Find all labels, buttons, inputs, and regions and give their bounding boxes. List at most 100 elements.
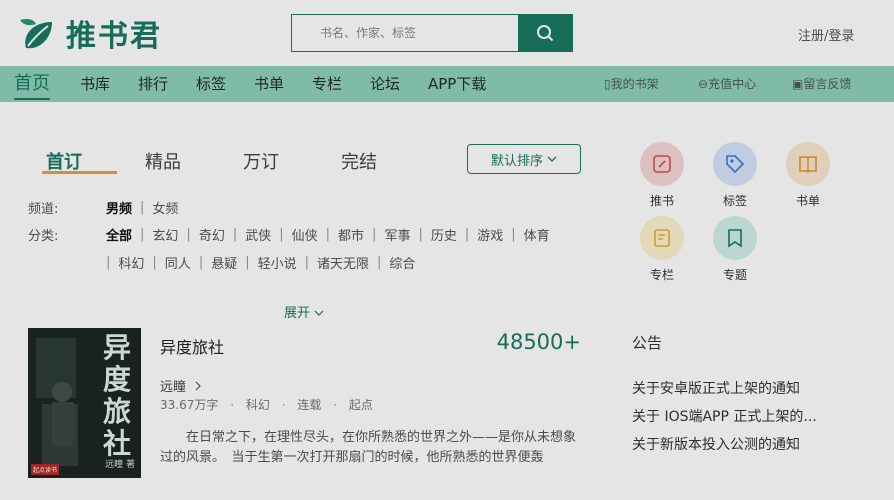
divider: | (279, 227, 284, 242)
book-category: 科幻 (245, 398, 270, 412)
category-option[interactable]: 仙侠 (292, 225, 318, 244)
notice-card: 公告 关于安卓版正式上架的通知 关于 IOS端APP 正式上架的... 关于新版… (614, 318, 858, 468)
category-option[interactable]: 玄幻 (152, 225, 178, 244)
book-source: 起点 (348, 398, 373, 412)
quick-link-circle (640, 142, 684, 186)
channel-option[interactable]: 女频 (152, 198, 178, 217)
channel-option[interactable]: 男频 (106, 198, 132, 217)
quick-link-label: 书单 (795, 194, 820, 208)
expand-filters-button[interactable]: 展开 (284, 302, 324, 321)
chevron-right-icon (195, 381, 202, 391)
book-cover[interactable]: 异度旅社 远瞳 著 起点读书 (28, 328, 141, 478)
tab-completed[interactable]: 完结 (341, 148, 377, 174)
nav-link-recharge[interactable]: ⊖充值中心 (698, 66, 756, 102)
book-title[interactable]: 异度旅社 (160, 334, 224, 358)
category-option[interactable]: 武侠 (245, 225, 271, 244)
nav-item-library[interactable]: 书库 (80, 66, 110, 102)
search-icon (537, 25, 554, 42)
quick-link-circle (713, 142, 757, 186)
notice-item[interactable]: 关于 IOS端APP 正式上架的... (632, 406, 832, 426)
divider: | (186, 227, 191, 242)
nav-item-tags[interactable]: 标签 (196, 66, 226, 102)
nav-link-feedback[interactable]: ▣留言反馈 (792, 66, 851, 102)
divider: · (230, 398, 235, 412)
quick-link-columns[interactable]: 专栏 (632, 216, 692, 283)
channel-filter: 频道: 男频 | 女频 (28, 198, 178, 217)
search-input[interactable] (292, 15, 518, 51)
category-option[interactable]: 诸天无限 (317, 253, 369, 272)
divider: | (232, 227, 238, 242)
quick-link-topics[interactable]: 专题 (705, 216, 765, 283)
bookmark-icon (728, 229, 742, 248)
divider: | (152, 255, 157, 270)
login-link[interactable]: 注册/登录 (798, 25, 854, 44)
book-list-card: 首订 精品 万订 完结 默认排序 频道: 男频 | 女频 分类: 全部 | 玄幻… (14, 130, 595, 500)
category-option[interactable]: 轻小说 (258, 253, 297, 272)
book-score: 48500+ (496, 330, 581, 354)
cover-author: 远瞳 著 (105, 460, 135, 470)
nav-item-forum[interactable]: 论坛 (370, 66, 400, 102)
sort-dropdown[interactable]: 默认排序 (467, 144, 581, 174)
site-header: 推书君 注册/登录 (0, 0, 894, 66)
edit-icon (654, 229, 670, 247)
book-item[interactable]: 异度旅社 远瞳 著 起点读书 异度旅社 48500+ 远瞳 33.67万字 · … (28, 328, 581, 478)
recharge-icon: ⊖ (698, 77, 709, 91)
nav-item-ranking[interactable]: 排行 (138, 66, 168, 102)
category-label: 分类: (28, 229, 59, 244)
nav-item-booklists[interactable]: 书单 (254, 66, 284, 102)
book-icon (799, 156, 817, 174)
quick-link-circle (640, 216, 684, 260)
tab-10k-subscribe[interactable]: 万订 (243, 148, 279, 174)
feedback-label: 留言反馈 (803, 77, 852, 91)
page-root: 推书君 注册/登录 首页 书库 排行 标签 书单 专栏 论坛 APP下载 ▯我的… (0, 0, 894, 500)
quick-link-booklists[interactable]: 书单 (778, 142, 838, 209)
book-author-link[interactable]: 远瞳 (160, 376, 202, 395)
book-meta: 33.67万字 · 科幻 · 连载 · 起点 (160, 396, 373, 413)
divider: | (325, 227, 331, 242)
pen-icon (653, 155, 671, 173)
quick-link-label: 标签 (722, 194, 747, 208)
category-option[interactable]: 奇幻 (199, 225, 225, 244)
divider: | (372, 227, 377, 242)
book-status: 连载 (297, 398, 322, 412)
divider: | (418, 227, 423, 242)
category-option[interactable]: 军事 (384, 225, 410, 244)
notice-title: 公告 (632, 334, 663, 352)
quick-link-recommend[interactable]: 推书 (632, 142, 692, 209)
divider: | (464, 227, 470, 242)
divider: | (377, 255, 382, 270)
chevron-down-icon (314, 310, 324, 316)
book-description: 在日常之下，在理性尽头，在你所熟悉的世界之外——是你从未想象过的风景。 当于生第… (160, 430, 577, 465)
divider: | (198, 255, 204, 270)
site-logo[interactable]: 推书君 (16, 12, 162, 54)
category-option[interactable]: 都市 (338, 225, 364, 244)
quick-link-tags[interactable]: 标签 (705, 142, 765, 209)
divider: · (281, 398, 286, 412)
nav-link-bookshelf[interactable]: ▯我的书架 (604, 66, 659, 102)
tab-premium[interactable]: 精品 (145, 148, 181, 174)
nav-item-home[interactable]: 首页 (14, 66, 50, 102)
chevron-down-icon (547, 156, 557, 162)
category-option[interactable]: 体育 (524, 225, 550, 244)
category-option[interactable]: 历史 (431, 225, 457, 244)
quick-link-label: 专栏 (649, 268, 674, 282)
category-option[interactable]: 综合 (389, 253, 415, 272)
notice-item[interactable]: 关于新版本投入公测的通知 (632, 434, 832, 454)
category-option[interactable]: 悬疑 (211, 253, 237, 272)
notice-item[interactable]: 关于安卓版正式上架的通知 (632, 378, 832, 398)
category-option[interactable]: 科幻 (118, 253, 144, 272)
category-option[interactable]: 全部 (106, 225, 132, 244)
quick-link-label: 推书 (649, 194, 674, 208)
brand-name: 推书君 (66, 19, 162, 54)
divider: | (106, 255, 111, 270)
search-button[interactable] (518, 15, 572, 51)
nav-item-columns[interactable]: 专栏 (312, 66, 342, 102)
quick-links-card: 推书 标签 书单 专栏 专题 (614, 130, 858, 298)
divider: | (245, 255, 250, 270)
active-tab-indicator (42, 171, 117, 174)
nav-item-app-download[interactable]: APP下载 (428, 66, 486, 102)
category-filter-row-1: 分类: 全部 | 玄幻 | 奇幻 | 武侠 | 仙侠 | 都市 | 军事 | 历… (28, 225, 550, 244)
cover-title: 异度旅社 (102, 331, 131, 460)
category-option[interactable]: 同人 (165, 253, 191, 272)
category-option[interactable]: 游戏 (477, 225, 503, 244)
